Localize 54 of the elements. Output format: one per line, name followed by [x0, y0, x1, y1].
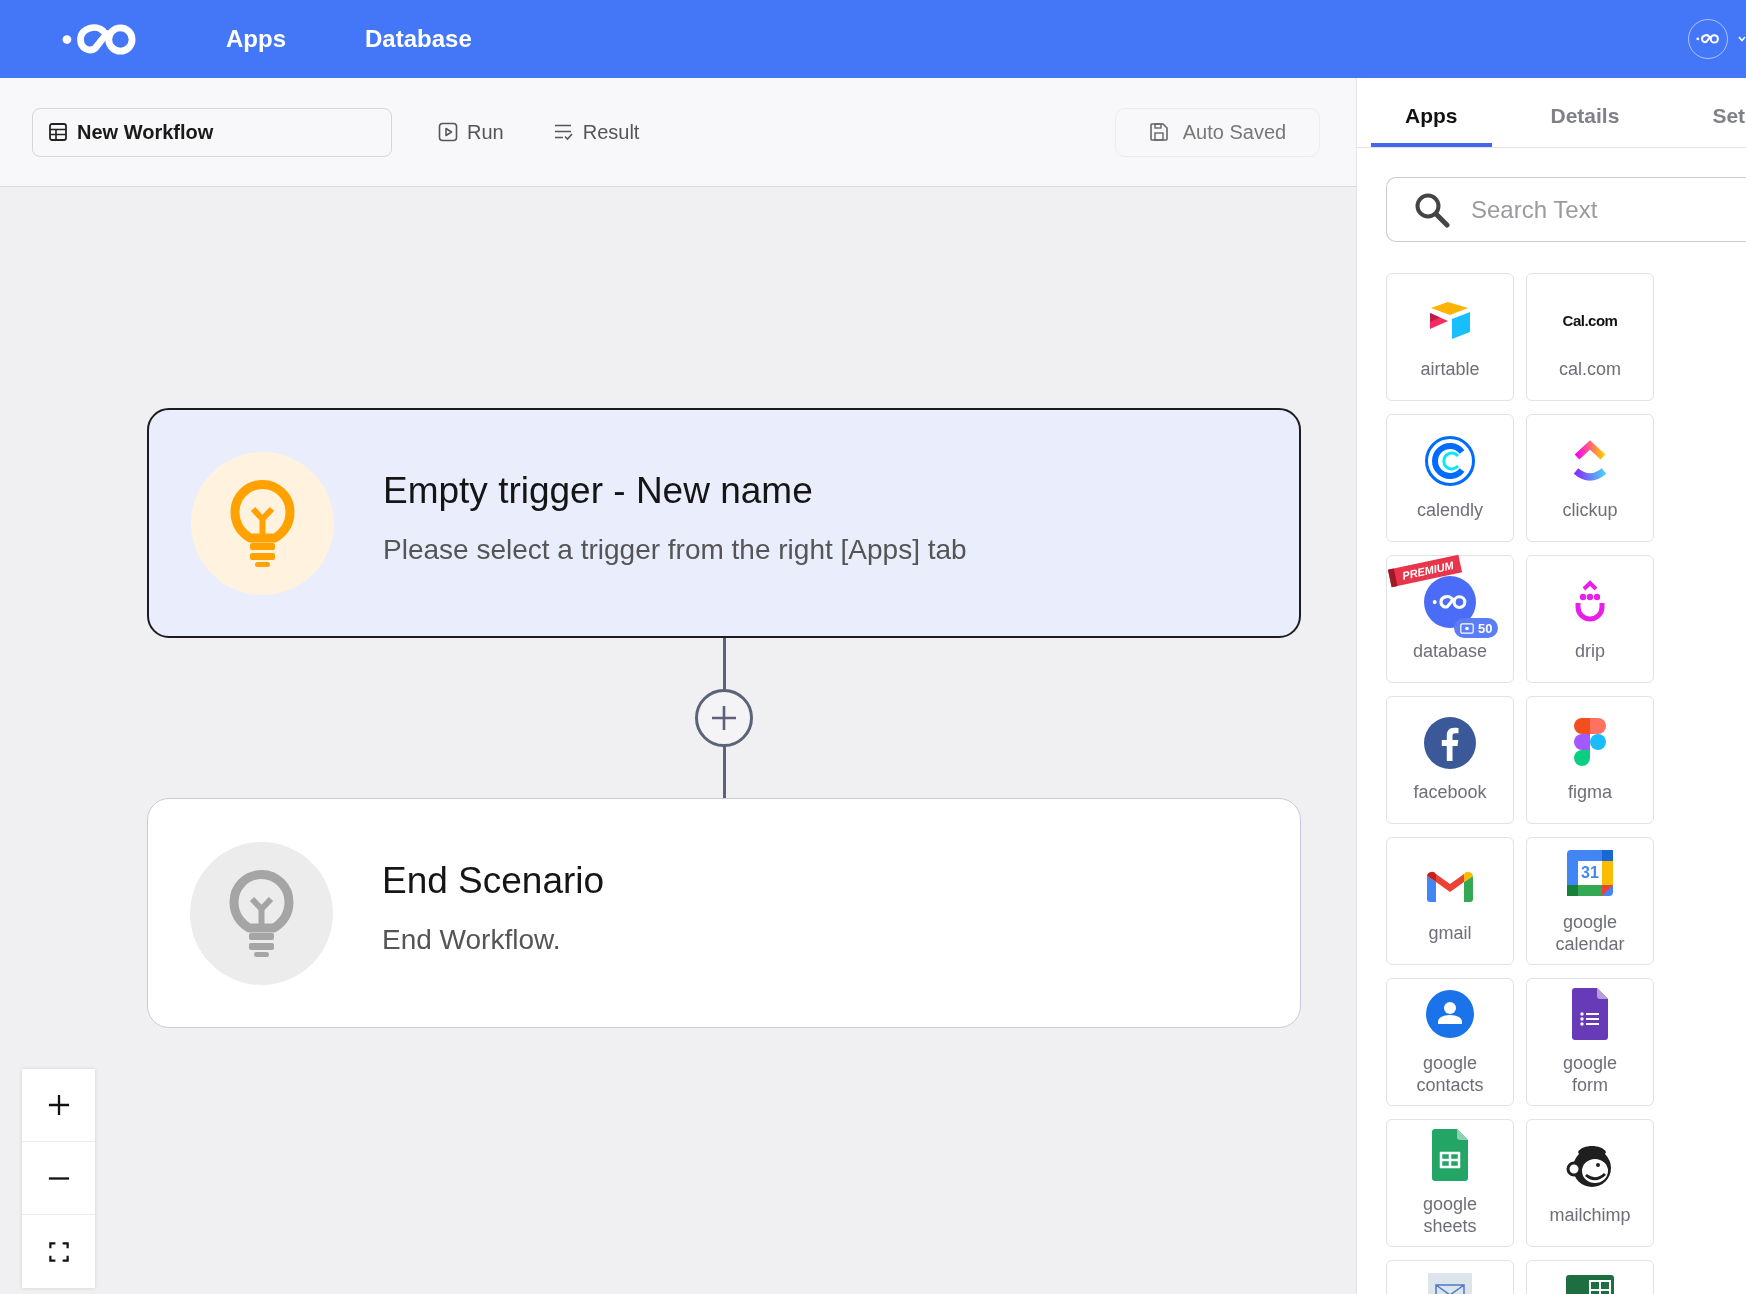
fullscreen-icon [48, 1241, 69, 1262]
minus-icon [47, 1176, 70, 1180]
fit-view-button[interactable] [22, 1215, 95, 1288]
result-button[interactable]: Result [553, 112, 640, 152]
app-tile[interactable]: mailchimp [1526, 1119, 1654, 1247]
panel-tab[interactable]: Apps [1371, 78, 1492, 147]
color-shapes-icon [1573, 717, 1607, 769]
step-title: Empty trigger - New name [383, 469, 814, 513]
caret-icon[interactable] [1738, 34, 1746, 44]
nav-link[interactable]: Apps [226, 25, 286, 53]
list-check-icon [553, 122, 574, 142]
ring-icon [1424, 435, 1476, 487]
app-tile[interactable]: facebook [1386, 696, 1514, 824]
app-tile[interactable]: gmail [1386, 837, 1514, 965]
panel-tab[interactable]: Details [1516, 78, 1654, 147]
app-tile[interactable]: 31 google calendar [1526, 837, 1654, 965]
workflow-step-card[interactable]: Empty trigger - New name Please select a trigger from the right [Apps] tab [147, 408, 1301, 638]
app-tile[interactable]: calendly [1386, 414, 1514, 542]
app-tile[interactable]: google contacts [1386, 978, 1514, 1106]
ticket-icon [1460, 622, 1474, 634]
nav-link[interactable]: Database [365, 25, 472, 53]
panel-tab[interactable]: Set [1678, 78, 1746, 147]
lightbulb-icon [191, 451, 334, 595]
avatar-icon[interactable] [1688, 19, 1728, 59]
table-icon [49, 123, 67, 141]
calendar-icon [1567, 850, 1613, 896]
lightbulb-icon [190, 841, 333, 985]
step-title: End Scenario [382, 859, 605, 903]
add-step-button[interactable] [695, 689, 753, 747]
calendar-date: 31 [1580, 863, 1600, 883]
run-button[interactable]: Run [438, 112, 504, 152]
logo-wordmark: Cal.com [1562, 311, 1618, 329]
list-document-icon [1572, 988, 1608, 1040]
workflow-name-button[interactable]: New Workflow [32, 107, 392, 157]
step-description: Please select a trigger from the right [Apps] tab [383, 533, 967, 567]
search-icon [1414, 191, 1450, 228]
app-tile[interactable]: clickup [1526, 414, 1654, 542]
app-tile[interactable]: drip [1526, 555, 1654, 683]
spreadsheet-icon [1432, 1129, 1468, 1181]
app-tile[interactable]: airtable [1386, 273, 1514, 401]
f-circle-icon [1424, 717, 1476, 769]
person-circle-icon [1424, 988, 1476, 1040]
save-status-button[interactable]: Auto Saved [1115, 107, 1320, 157]
credit-count: 50 [1478, 620, 1493, 636]
workflow-step-card[interactable]: End Scenario End Workflow. [147, 798, 1301, 1028]
app-tile[interactable]: Cal.com cal.com [1526, 273, 1654, 401]
plus-icon [710, 704, 738, 732]
app-tile[interactable]: figma [1526, 696, 1654, 824]
plus-icon [47, 1094, 70, 1116]
app-tile[interactable]: google form [1526, 978, 1654, 1106]
step-description: End Workflow. [382, 923, 562, 957]
app-tile[interactable]: google sheets [1386, 1119, 1514, 1247]
play-square-icon [438, 122, 458, 142]
search-field[interactable]: Search Text [1386, 177, 1746, 242]
